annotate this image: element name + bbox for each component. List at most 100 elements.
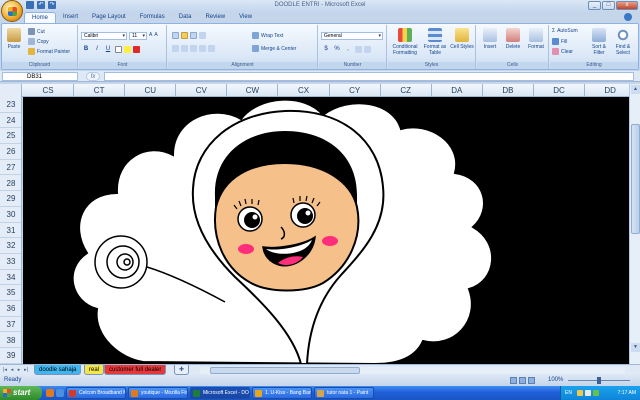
horizontal-scroll-thumb[interactable] [210,367,360,374]
taskbar-button[interactable]: Microsoft Excel - DO... [190,387,250,399]
row-header-27[interactable]: 27 [0,160,21,176]
column-header-cx[interactable]: CX [279,84,330,97]
firefox-icon[interactable] [46,389,54,397]
clear-button[interactable]: Clear [552,48,573,55]
row-header-25[interactable]: 25 [0,128,21,145]
column-header-cv[interactable]: CV [176,84,228,97]
fill-color-icon[interactable] [124,45,131,53]
orientation-icon[interactable] [199,32,206,39]
fill-button[interactable]: Fill [552,38,567,45]
network-icon[interactable] [577,390,583,396]
vertical-scroll-thumb[interactable] [631,124,640,234]
underline-button[interactable]: U [104,45,112,53]
font-size-select[interactable]: 11 [129,32,147,40]
format-painter-button[interactable]: Format Painter [28,48,70,55]
minimize-button[interactable]: _ [588,1,601,10]
taskbar-button[interactable]: Celcom Broadband M... [66,387,126,399]
column-header-da[interactable]: DA [432,84,483,97]
format-as-table-button[interactable]: Format as Table [422,28,448,56]
insert-function-button[interactable]: fx [86,72,100,81]
shrink-font-button[interactable]: A [154,32,157,38]
decrease-indent-icon[interactable] [199,45,206,52]
scroll-up-icon[interactable]: ▲ [631,85,640,94]
conditional-formatting-button[interactable]: Conditional Formatting [390,28,420,56]
horizontal-scrollbar[interactable] [200,367,625,374]
copy-button[interactable]: Copy [28,38,49,45]
last-sheet-icon[interactable]: ▸| [23,367,29,373]
row-header-29[interactable]: 29 [0,191,21,207]
prev-sheet-icon[interactable]: ◂ [9,367,15,373]
paste-button[interactable]: Paste [4,28,24,50]
volume-icon[interactable] [585,390,591,396]
row-header-31[interactable]: 31 [0,223,21,239]
close-button[interactable]: x [616,1,638,10]
grow-font-button[interactable]: A [149,32,152,38]
row-header-35[interactable]: 35 [0,285,21,302]
tab-review[interactable]: Review [198,12,232,23]
wrap-text-button[interactable]: Wrap Text [252,32,283,39]
column-header-cw[interactable]: CW [227,84,279,97]
column-header-ct[interactable]: CT [74,84,126,97]
row-header-30[interactable]: 30 [0,207,21,223]
vertical-scrollbar[interactable]: ▲ ▼ [629,84,640,364]
sheet-tab-doodle-sahaja[interactable]: doodle sahaja [34,365,82,375]
align-center-icon[interactable] [181,45,188,52]
row-header-33[interactable]: 33 [0,254,21,270]
cut-button[interactable]: Cut [28,28,45,35]
maximize-button[interactable]: □ [602,1,615,10]
font-color-icon[interactable] [133,45,140,53]
decrease-decimal-icon[interactable] [364,45,371,53]
row-header-24[interactable]: 24 [0,113,21,129]
row-header-37[interactable]: 37 [0,317,21,333]
bold-button[interactable]: B [82,45,90,53]
align-left-icon[interactable] [172,45,179,52]
scroll-down-icon[interactable]: ▼ [631,343,640,352]
tab-home[interactable]: Home [24,12,57,23]
name-box[interactable]: DB31 [2,72,78,81]
taskbar-button[interactable]: tutor nata 1 - Paint [314,387,374,399]
currency-button[interactable]: $ [322,45,330,53]
tab-data[interactable]: Data [172,12,199,23]
delete-cells-button[interactable]: Delete [502,28,524,50]
find-select-button[interactable]: Find & Select [612,28,634,56]
formula-input[interactable] [104,72,634,81]
security-icon[interactable] [593,390,599,396]
column-header-db[interactable]: DB [483,84,534,97]
zoom-level[interactable]: 100% [548,375,563,386]
tab-page-layout[interactable]: Page Layout [85,12,133,23]
select-all-corner[interactable] [0,84,22,97]
page-layout-view-icon[interactable] [519,377,526,384]
zoom-slider-knob[interactable] [597,377,601,384]
first-sheet-icon[interactable]: |◂ [2,367,8,373]
taskbar-button[interactable]: youtique - Mozilla Fir... [128,387,188,399]
sheet-tab-customer-full-dealer[interactable]: customer full dealer [104,365,167,375]
help-icon[interactable] [624,13,632,21]
page-break-view-icon[interactable] [528,377,535,384]
column-header-cs[interactable]: CS [23,84,75,97]
sort-filter-button[interactable]: Sort & Filter [588,28,610,56]
tab-formulas[interactable]: Formulas [133,12,172,23]
zoom-slider[interactable] [568,377,630,384]
next-sheet-icon[interactable]: ▸ [16,367,22,373]
cell-styles-button[interactable]: Cell Styles [450,28,474,50]
comma-button[interactable]: , [344,45,352,53]
row-header-36[interactable]: 36 [0,301,21,317]
increase-decimal-icon[interactable] [355,45,362,53]
taskbar-button[interactable]: 1. U-Kiss - Bang Bang... [252,387,312,399]
column-header-cu[interactable]: CU [125,84,177,97]
column-header-cz[interactable]: CZ [381,84,432,97]
row-header-34[interactable]: 34 [0,270,21,286]
merge-center-button[interactable]: Merge & Center [252,45,296,52]
show-desktop-icon[interactable] [56,389,64,397]
autosum-button[interactable]: Σ AutoSum [552,28,578,34]
row-header-28[interactable]: 28 [0,176,21,192]
font-name-select[interactable]: Calibri [81,32,127,40]
align-right-icon[interactable] [190,45,197,52]
increase-indent-icon[interactable] [208,45,215,52]
format-cells-button[interactable]: Format [525,28,547,50]
row-header-26[interactable]: 26 [0,144,21,160]
row-header-39[interactable]: 39 [0,348,21,364]
row-header-38[interactable]: 38 [0,333,21,349]
worksheet-canvas[interactable] [23,97,629,364]
office-button[interactable] [1,0,23,22]
